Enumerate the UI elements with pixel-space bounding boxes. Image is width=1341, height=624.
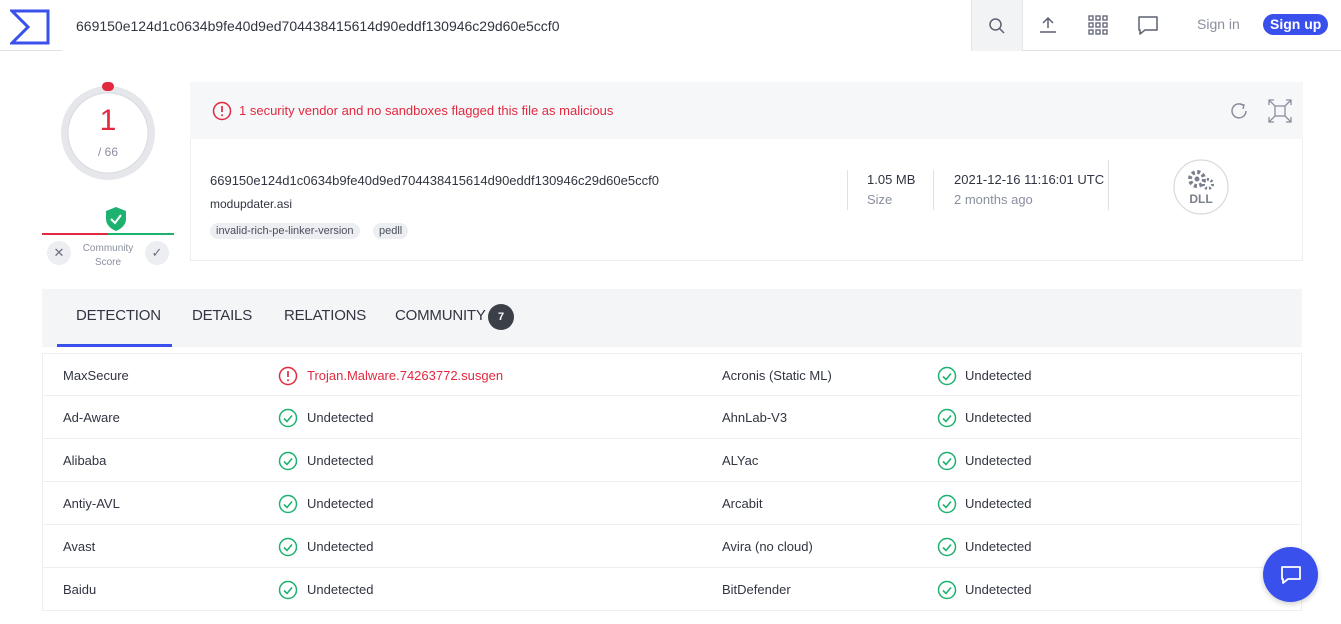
check-circle-icon [937,451,957,471]
vendor-name: Antiy-AVL [63,496,120,511]
chat-support-button[interactable] [1263,547,1318,602]
vendor-name: BitDefender [722,582,791,597]
vote-harmless-button[interactable]: ✓ [145,241,169,265]
svg-text:DLL: DLL [1189,192,1212,206]
chat-bubble-icon [1280,565,1301,584]
detection-total: / 66 [97,145,118,159]
vendor-name: Alibaba [63,453,107,468]
community-count-badge: 7 [488,304,514,330]
detection-row: Avast Undetected Avira (no cloud) Undetecte… [42,525,1302,568]
detection-row: Alibaba Undetected ALYac Undetected [42,439,1302,482]
check-circle-icon [937,408,957,428]
community-score-bar [42,233,174,235]
check-circle-icon [278,494,298,514]
vote-malicious-button[interactable]: ✕ [47,241,71,265]
check-circle-icon [278,537,298,557]
tab-details[interactable]: DETAILS [192,307,252,324]
check-circle-icon [937,580,957,600]
alert-message: 1 security vendor and no sandboxes flagg… [239,103,614,118]
chat-icon[interactable] [1136,13,1160,37]
detection-row: Ad-Aware Undetected AhnLab-V3 Undetected [42,396,1302,439]
vendor-name: ALYac [722,453,759,468]
check-circle-icon [937,366,957,386]
detection-count: 1 [99,104,117,137]
vendor-name: Avira (no cloud) [722,539,813,554]
grid-icon[interactable] [1086,13,1110,37]
tag-pill[interactable]: invalid-rich-pe-linker-version [210,223,360,239]
divider [847,170,848,210]
gauge-detection-mark [102,82,114,91]
detection-result: Undetected [965,496,1032,511]
tab-detection[interactable]: DETECTION [76,307,161,324]
sign-in-link[interactable]: Sign in [1197,16,1240,32]
check-circle-icon [278,451,298,471]
search-input[interactable] [62,0,972,51]
reanalyze-icon[interactable] [1228,100,1250,122]
divider [1108,160,1109,210]
detection-row: Antiy-AVL Undetected Arcabit Undetected [42,482,1302,525]
search-button[interactable] [971,0,1023,51]
detection-row: Baidu Undetected BitDefender Undetected [42,568,1302,611]
check-circle-icon [937,494,957,514]
detection-result: Undetected [965,539,1032,554]
detection-result: Undetected [307,453,374,468]
detection-result: Undetected [307,539,374,554]
detection-result: Undetected [965,453,1032,468]
detection-result: Undetected [307,496,374,511]
detection-row: MaxSecure Trojan.Malware.74263772.susgen A… [42,353,1302,396]
check-icon: ✓ [151,245,163,260]
top-bar: Sign in Sign up [0,0,1341,51]
active-tab-indicator [57,344,172,347]
search-icon [989,17,1005,34]
file-hash[interactable]: 669150e124d1c0634b9fe40d9ed704438415614d… [210,173,659,188]
detection-table: MaxSecure Trojan.Malware.74263772.susgen A… [42,353,1302,611]
tab-community[interactable]: COMMUNITY [395,307,486,324]
vendor-name: MaxSecure [63,368,129,383]
vendor-name: Acronis (Static ML) [722,368,832,383]
detection-result: Undetected [965,410,1032,425]
sign-up-button[interactable]: Sign up [1263,14,1329,35]
virustotal-logo-icon[interactable] [10,9,50,45]
scan-date-relative: 2 months ago [954,192,1033,207]
vendor-name: Arcabit [722,496,763,511]
alert-circle-icon [212,101,232,121]
close-icon: ✕ [53,245,65,260]
detection-result: Undetected [307,582,374,597]
detection-result: Trojan.Malware.74263772.susgen [307,368,504,383]
detection-result: Undetected [307,410,374,425]
file-size-label: Size [867,192,893,207]
detection-result: Undetected [965,368,1032,383]
file-size-value: 1.05 MB [867,172,916,187]
shield-check-icon [106,207,126,231]
file-name: modupdater.asi [210,197,293,211]
community-score-label: Community Score [82,243,134,268]
vendor-name: AhnLab-V3 [722,410,788,425]
vendor-name: Avast [63,539,96,554]
similar-files-icon[interactable] [1268,99,1292,123]
dll-file-type-icon: DLL [1173,159,1229,215]
vendor-name: Ad-Aware [63,410,120,425]
detection-result: Undetected [965,582,1032,597]
check-circle-icon [278,408,298,428]
check-circle-icon [278,580,298,600]
check-circle-icon [937,537,957,557]
divider [933,170,934,210]
tag-pill[interactable]: pedll [373,223,409,239]
tab-relations[interactable]: RELATIONS [284,307,366,324]
file-info-card [190,139,1303,261]
scan-date-value: 2021-12-16 11:16:01 UTC [954,172,1105,187]
upload-icon[interactable] [1036,13,1060,37]
vendor-name: Baidu [63,582,97,597]
alert-circle-icon [278,366,298,386]
